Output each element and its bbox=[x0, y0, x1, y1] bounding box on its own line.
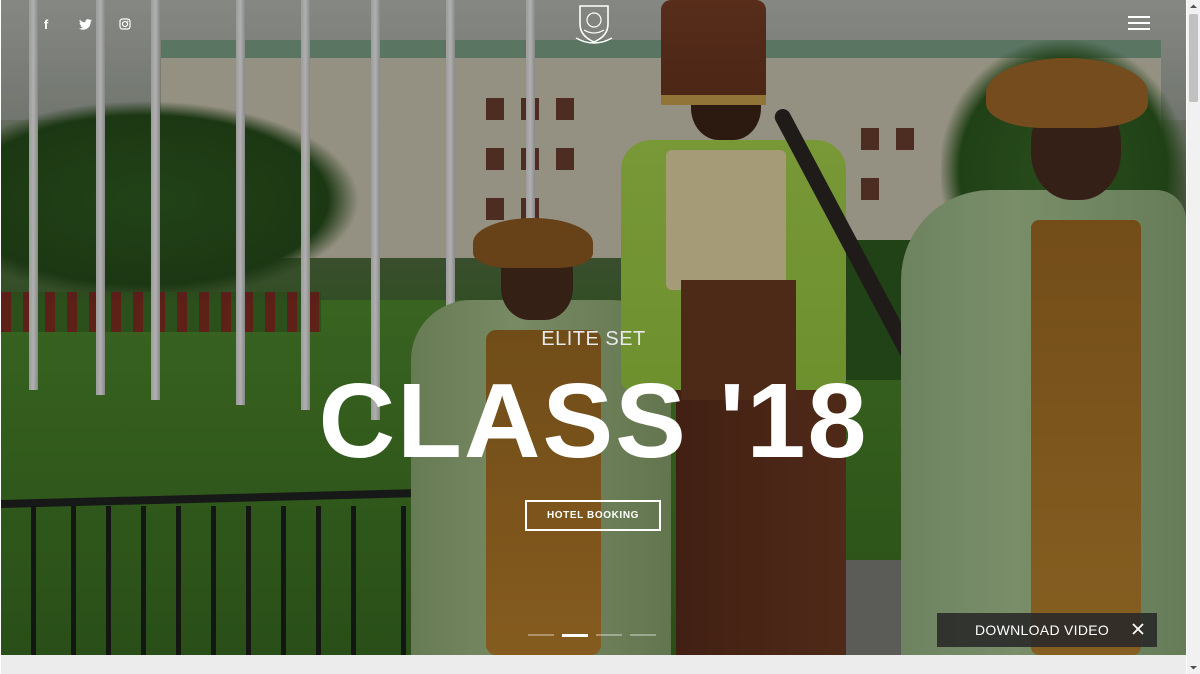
scroll-down-arrow-icon[interactable] bbox=[1187, 661, 1200, 674]
page-content-edge bbox=[1, 655, 1186, 674]
scrollbar-thumb[interactable] bbox=[1189, 14, 1198, 102]
scroll-up-arrow-icon[interactable] bbox=[1187, 0, 1200, 13]
slider-dot[interactable] bbox=[630, 634, 656, 636]
slider-pagination bbox=[528, 633, 656, 637]
hero-title: CLASS '18 bbox=[318, 362, 869, 480]
hotel-booking-button[interactable]: HOTEL BOOKING bbox=[525, 500, 661, 531]
crest-logo[interactable] bbox=[572, 2, 616, 46]
slider-dot[interactable] bbox=[596, 634, 622, 636]
twitter-icon[interactable] bbox=[73, 14, 97, 34]
download-video-link[interactable]: DOWNLOAD VIDEO bbox=[975, 622, 1109, 638]
slider-dot-active[interactable] bbox=[562, 633, 588, 637]
menu-line bbox=[1128, 16, 1150, 18]
twitter-bird-glyph bbox=[78, 18, 92, 30]
menu-line bbox=[1128, 28, 1150, 30]
facebook-icon[interactable]: f bbox=[34, 14, 58, 34]
close-icon[interactable] bbox=[1129, 620, 1147, 638]
download-video-bar: DOWNLOAD VIDEO bbox=[937, 613, 1157, 647]
slider-dot[interactable] bbox=[528, 634, 554, 636]
instagram-glyph bbox=[119, 18, 131, 30]
hero-eyebrow: ELITE SET bbox=[541, 328, 646, 350]
instagram-icon[interactable] bbox=[113, 14, 137, 34]
menu-line bbox=[1128, 22, 1150, 24]
hamburger-menu-icon[interactable] bbox=[1128, 16, 1150, 32]
vertical-scrollbar[interactable] bbox=[1187, 0, 1200, 674]
